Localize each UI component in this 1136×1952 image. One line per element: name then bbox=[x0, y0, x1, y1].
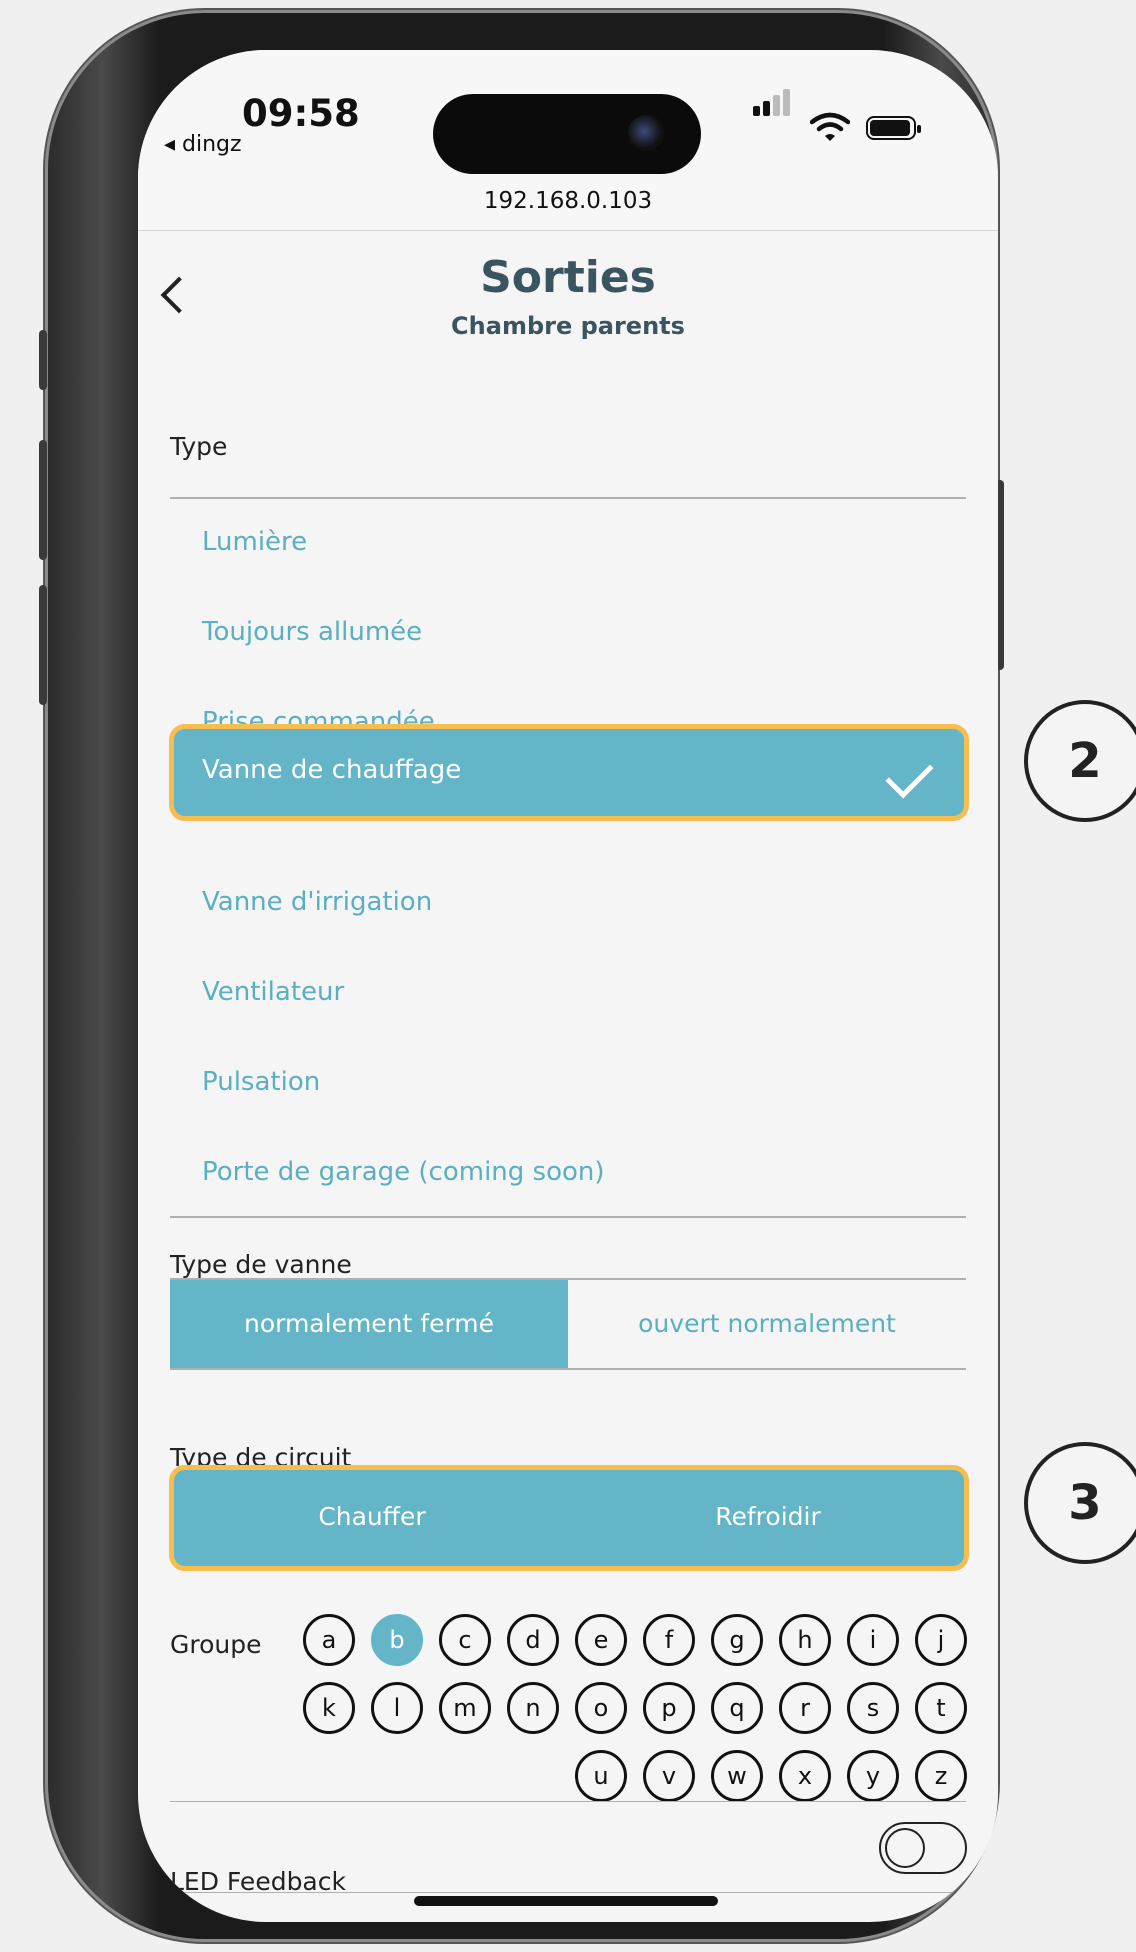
circuit-option-chauffer[interactable]: Chauffer bbox=[174, 1502, 570, 1531]
group-option-f[interactable]: f bbox=[643, 1614, 695, 1666]
group-option-b[interactable]: b bbox=[371, 1614, 423, 1666]
group-option-i[interactable]: i bbox=[847, 1614, 899, 1666]
camera-icon bbox=[628, 115, 664, 151]
group-option-w[interactable]: w bbox=[711, 1750, 763, 1802]
page-title: Sorties bbox=[480, 252, 656, 303]
group-option-m[interactable]: m bbox=[439, 1682, 491, 1734]
phone-frame: 09:58 ◂ dingz 192.168.0.103 Sorties Cham… bbox=[39, 10, 1004, 1942]
selected-option-label: Vanne de chauffage bbox=[202, 755, 462, 785]
step-badge-3: 3 bbox=[1024, 1442, 1136, 1564]
group-option-h[interactable]: h bbox=[779, 1614, 831, 1666]
group-label: Groupe bbox=[170, 1630, 262, 1659]
group-option-l[interactable]: l bbox=[371, 1682, 423, 1734]
valve-option-normalement-ferme[interactable]: normalement fermé bbox=[170, 1280, 568, 1368]
url-bar: 192.168.0.103 bbox=[483, 188, 653, 214]
checkmark-icon bbox=[885, 750, 934, 799]
group-option-v[interactable]: v bbox=[643, 1750, 695, 1802]
type-option-ventilateur[interactable]: Ventilateur bbox=[202, 977, 344, 1007]
type-option-lumiere[interactable]: Lumière bbox=[202, 527, 307, 557]
group-option-d[interactable]: d bbox=[507, 1614, 559, 1666]
group-option-s[interactable]: s bbox=[847, 1682, 899, 1734]
type-option-toujours-allumee[interactable]: Toujours allumée bbox=[202, 617, 422, 647]
type-option-porte-de-garage[interactable]: Porte de garage (coming soon) bbox=[202, 1157, 605, 1187]
group-option-t[interactable]: t bbox=[915, 1682, 967, 1734]
home-indicator bbox=[414, 1896, 718, 1906]
divider bbox=[170, 1892, 966, 1893]
group-option-q[interactable]: q bbox=[711, 1682, 763, 1734]
type-label: Type bbox=[170, 432, 228, 461]
wifi-icon bbox=[810, 112, 850, 141]
group-option-a[interactable]: a bbox=[303, 1614, 355, 1666]
group-option-y[interactable]: y bbox=[847, 1750, 899, 1802]
valve-option-ouvert-normalement[interactable]: ouvert normalement bbox=[568, 1280, 966, 1368]
circuit-type-segmented-control: Chauffer Refroidir bbox=[169, 1465, 969, 1571]
group-option-p[interactable]: p bbox=[643, 1682, 695, 1734]
volume-down-button bbox=[39, 585, 47, 705]
group-option-j[interactable]: j bbox=[915, 1614, 967, 1666]
valve-type-segmented-control: normalement fermé ouvert normalement bbox=[170, 1278, 966, 1370]
app-screen: 09:58 ◂ dingz 192.168.0.103 Sorties Cham… bbox=[138, 50, 998, 1922]
group-option-z[interactable]: z bbox=[915, 1750, 967, 1802]
divider bbox=[170, 497, 966, 499]
type-option-pulsation[interactable]: Pulsation bbox=[202, 1067, 320, 1097]
group-option-c[interactable]: c bbox=[439, 1614, 491, 1666]
type-option-vanne-de-chauffage[interactable]: Vanne de chauffage bbox=[169, 724, 969, 821]
type-option-vanne-irrigation[interactable]: Vanne d'irrigation bbox=[202, 887, 432, 917]
page-subtitle: Chambre parents bbox=[451, 312, 685, 340]
group-option-e[interactable]: e bbox=[575, 1614, 627, 1666]
led-feedback-toggle[interactable] bbox=[879, 1822, 967, 1874]
group-option-o[interactable]: o bbox=[575, 1682, 627, 1734]
valve-type-label: Type de vanne bbox=[170, 1250, 352, 1279]
circuit-option-refroidir[interactable]: Refroidir bbox=[570, 1502, 966, 1531]
status-time: 09:58 bbox=[242, 92, 360, 135]
status-bar: 09:58 ◂ dingz 192.168.0.103 bbox=[138, 50, 998, 231]
divider bbox=[170, 1216, 966, 1218]
group-option-r[interactable]: r bbox=[779, 1682, 831, 1734]
back-to-app-link[interactable]: ◂ dingz bbox=[164, 132, 242, 157]
battery-icon bbox=[866, 116, 921, 140]
group-option-u[interactable]: u bbox=[575, 1750, 627, 1802]
divider bbox=[170, 1801, 966, 1802]
group-option-g[interactable]: g bbox=[711, 1614, 763, 1666]
step-badge-2: 2 bbox=[1024, 700, 1136, 822]
volume-up-button bbox=[39, 440, 47, 560]
group-option-n[interactable]: n bbox=[507, 1682, 559, 1734]
mute-switch bbox=[39, 330, 47, 390]
group-option-k[interactable]: k bbox=[303, 1682, 355, 1734]
group-option-x[interactable]: x bbox=[779, 1750, 831, 1802]
